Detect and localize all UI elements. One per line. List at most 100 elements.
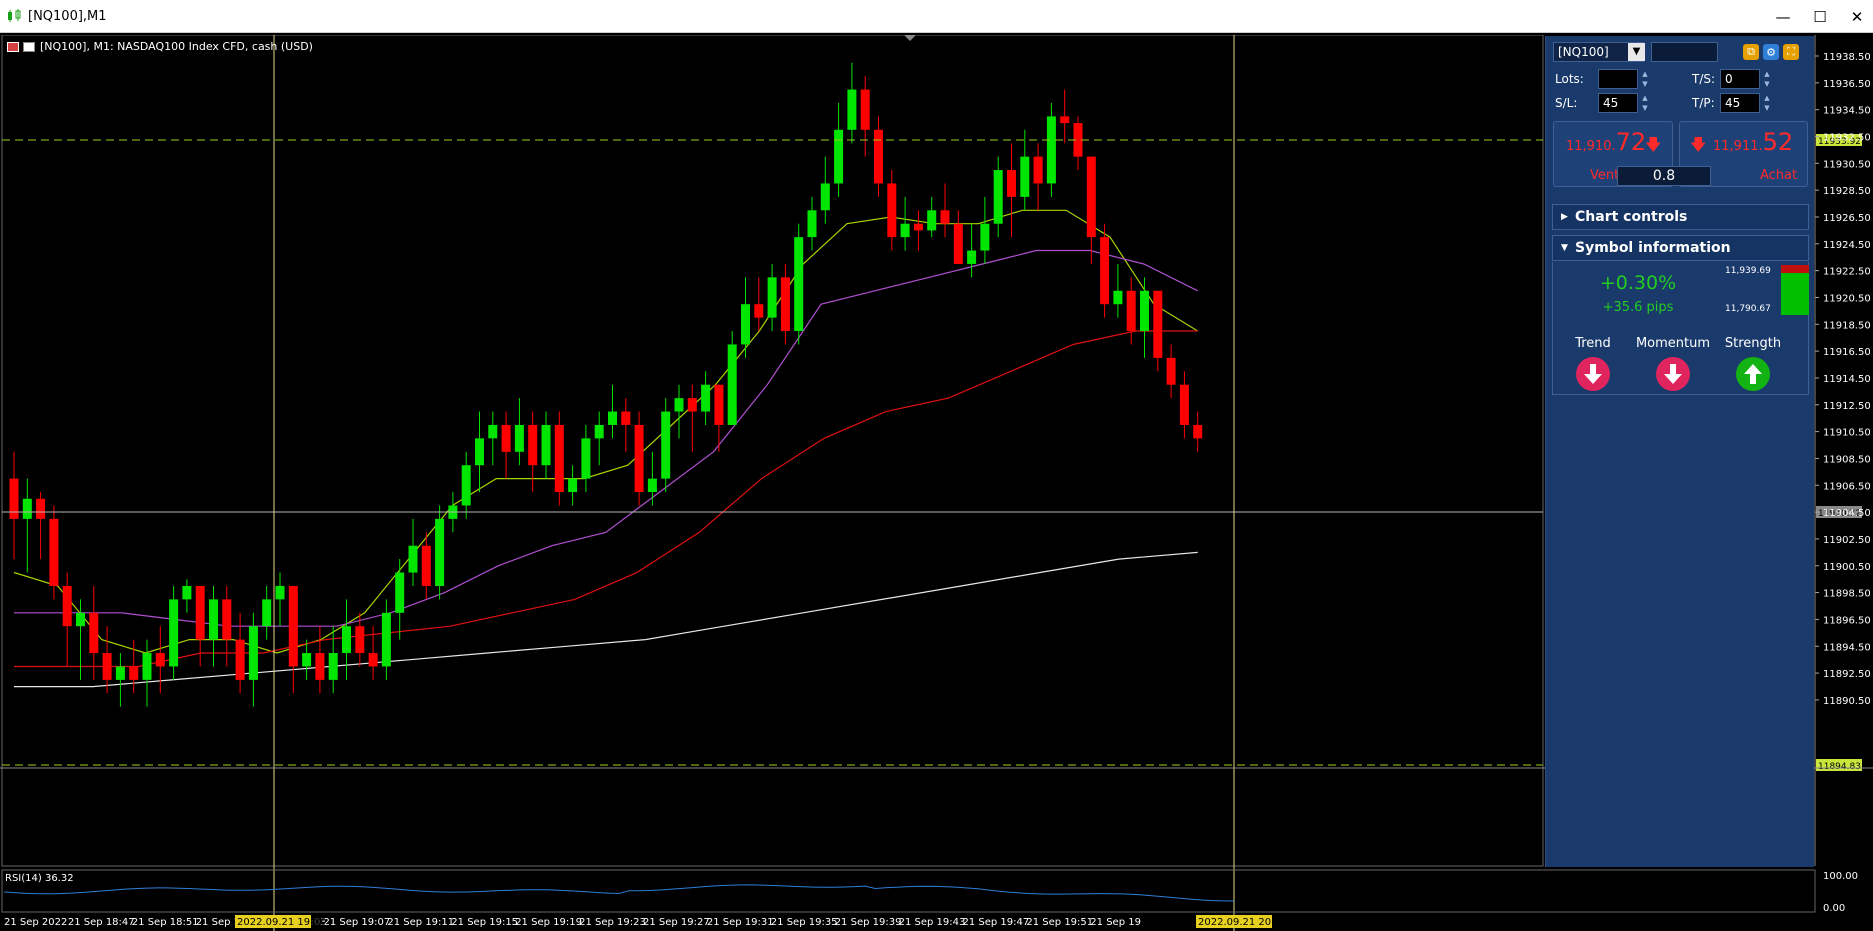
ts-input[interactable]: 0 [1720,69,1760,89]
price-tick-label: 11910.50 [1823,428,1871,439]
spread-display: 0.8 [1617,166,1711,186]
bear-candle [9,478,19,519]
bull-candle [661,411,671,479]
close-button[interactable]: ✕ [1834,0,1873,33]
bull-candle [302,653,312,667]
time-tick-label: 21 Sep 18:47 [68,917,135,928]
price-axis: 11938.50 11936.50 11934.50 11932.50 11930.50… [1814,35,1871,866]
bull-candle [834,129,844,184]
tp-stepper[interactable]: ▲ ▼ [1762,93,1772,113]
bull-candle [209,599,218,640]
chevron-right-icon: ▶ [1561,212,1568,222]
bull-candle [328,653,338,680]
time-tick-label: 21 Sep 19:31 [707,917,774,928]
symbol-search-field[interactable] [1651,42,1718,62]
tp-input[interactable]: 45 [1720,93,1760,113]
bear-candle [860,89,870,130]
change-percent: +0.30% [1599,272,1677,294]
sell-price: 11,910.72 [1566,128,1646,156]
moving-averages [13,209,1199,688]
bull-candle [820,183,830,211]
bear-candle [155,653,165,667]
ts-stepper[interactable]: ▲ ▼ [1762,69,1772,89]
time-tick-label: 21 Sep 19:07 [324,917,391,928]
price-tick-label: 11900.50 [1823,562,1871,573]
gear-icon[interactable]: ⚙ [1763,44,1779,60]
chart-controls-section[interactable]: ▶ Chart controls [1552,204,1809,230]
strength-label: Strength [1724,336,1782,351]
ma-slow-line [14,330,1198,668]
price-tick-label: 11934.50 [1823,106,1871,117]
tp-label: T/P: [1692,96,1715,110]
arrow-down-icon [1576,357,1610,391]
price-tick-label: 11930.50 [1823,159,1871,170]
lots-stepper[interactable]: ▲ ▼ [1640,69,1650,89]
bull-candle [727,344,737,425]
bear-candle [1007,170,1016,197]
bear-candle [288,585,298,667]
bear-candle [89,612,99,654]
chart-menu-icon[interactable] [7,41,19,52]
time-tick-label: 21 Sep 19:35 [771,917,838,928]
bull-candle [541,424,551,466]
price-tick-label: 11908.50 [1823,454,1871,465]
price-tick-label: 11922.50 [1823,267,1871,278]
bear-candle [421,545,431,586]
bull-candle [262,599,272,627]
window-title: [NQ100],M1 [28,8,107,24]
bull-candle [461,465,471,506]
price-tick-label: 11918.50 [1823,320,1871,331]
chart-type-icon[interactable] [23,41,35,52]
bull-candle [847,89,857,130]
ts-label: T/S: [1692,72,1716,86]
trading-panel: [NQ100] ▼ ⧉ ⚙ ⛶ Lots: ▲ ▼ T/S: 0 ▲ ▼ S/L: … [1545,36,1814,867]
bull-candle [581,438,591,479]
price-tick-label: 11894.50 [1823,642,1871,653]
sl-stepper[interactable]: ▲ ▼ [1640,93,1650,113]
buy-arrow-icon: 🡇 [1690,135,1707,154]
price-tick-label: 11890.50 [1823,696,1871,707]
chart-header-text: [NQ100], M1: NASDAQ100 Index CFD, cash (… [40,40,313,53]
sl-input[interactable]: 45 [1598,93,1638,113]
bull-candle [674,398,684,412]
price-tick-label: 11906.50 [1823,481,1871,492]
price-tick-label: 11904.50 [1823,508,1871,519]
candles [9,62,1203,707]
bear-candle [874,129,883,184]
copy-icon[interactable]: ⧉ [1743,44,1759,60]
sell-price-big: 72 [1615,128,1647,156]
bull-candle [807,210,817,238]
price-tick-label: 11938.50 [1823,52,1871,63]
window-titlebar: [NQ100],M1 — ☐ ✕ [0,0,1873,33]
bear-candle [36,498,46,519]
momentum-indicator: Momentum [1633,336,1713,391]
expand-icon[interactable]: ⛶ [1783,44,1799,60]
bear-candle [621,411,631,425]
bear-candle [687,398,697,412]
ma-long-line [14,551,1198,688]
buy-label: Achat [1760,168,1798,183]
price-tick-label: 11896.50 [1823,615,1871,626]
lots-input[interactable] [1598,69,1638,89]
bear-candle [953,223,963,264]
candlestick-app-icon [8,9,21,22]
price-tick-label: 11914.50 [1823,374,1871,385]
symbol-information-title: Symbol information [1575,240,1731,256]
bull-candle [993,170,1003,224]
price-tick-label: 11932.50 [1823,132,1871,143]
bull-candle [248,626,258,680]
bear-candle [315,653,325,680]
chevron-down-icon[interactable]: ▼ [1628,43,1645,61]
bear-candle [62,585,72,627]
bull-candle [475,438,484,466]
time-tick-label: 21 Sep 19:51 [1026,917,1093,928]
bull-candle [408,545,418,573]
bear-candle [913,223,923,231]
bull-candle [169,599,179,667]
change-pips: +35.6 pips [1602,300,1674,315]
bear-candle [528,424,538,466]
symbol-information-section[interactable]: ▼ Symbol information [1552,235,1809,261]
bull-candle [22,498,32,519]
bull-candle [767,277,777,318]
chart-header: [NQ100], M1: NASDAQ100 Index CFD, cash (… [7,40,313,53]
